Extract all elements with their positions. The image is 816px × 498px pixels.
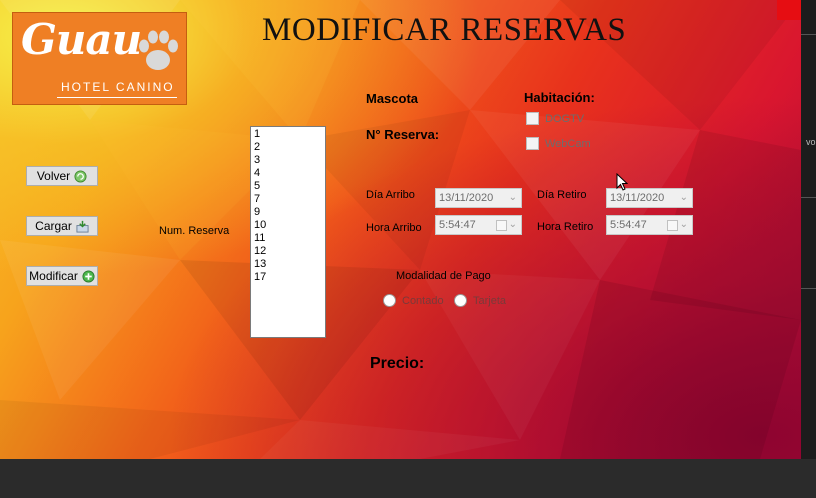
chevron-down-icon[interactable]: ⌄	[680, 219, 688, 230]
dogtv-checkbox[interactable]: DOGTV	[526, 112, 584, 125]
logo-subtitle: HOTEL CANINO	[61, 80, 175, 94]
radio-circle[interactable]	[383, 294, 396, 307]
list-item[interactable]: 4	[254, 167, 322, 180]
modificar-button[interactable]: Modificar	[26, 266, 98, 286]
form-window: Guau HOTEL CANINO MODIFICAR RESERVAS Vol…	[0, 0, 801, 459]
hora-arribo-picker[interactable]: 5:54:47 ⌄	[435, 215, 522, 235]
add-circle-icon	[82, 269, 95, 283]
hora-arribo-value: 5:54:47	[439, 219, 476, 231]
habitacion-label: Habitación:	[524, 90, 595, 105]
divider	[801, 197, 816, 198]
refresh-icon	[74, 169, 87, 183]
modificar-label: Modificar	[29, 269, 78, 283]
list-item[interactable]: 17	[254, 271, 322, 284]
side-edge-text: vo	[806, 137, 816, 147]
hora-arribo-label: Hora Arribo	[366, 222, 422, 234]
calendar-icon[interactable]	[496, 220, 507, 231]
page-title: MODIFICAR RESERVAS	[262, 12, 627, 48]
dia-retiro-picker[interactable]: 13/11/2020 ⌄	[606, 188, 693, 208]
top-bar-accent	[777, 0, 801, 20]
cargar-label: Cargar	[35, 219, 72, 233]
num-reserva-label: Num. Reserva	[159, 225, 230, 237]
side-panel	[801, 0, 816, 459]
dia-arribo-label: Día Arribo	[366, 189, 415, 201]
list-item[interactable]: 7	[254, 193, 322, 206]
dia-retiro-value: 13/11/2020	[610, 192, 665, 204]
checkbox-box[interactable]	[526, 112, 539, 125]
mouse-cursor-icon	[616, 173, 628, 191]
checkbox-box[interactable]	[526, 137, 539, 150]
dia-arribo-value: 13/11/2020	[439, 192, 494, 204]
webcam-checkbox[interactable]: WebCam	[526, 137, 591, 150]
dia-retiro-label: Día Retiro	[537, 189, 587, 201]
list-item[interactable]: 12	[254, 245, 322, 258]
volver-label: Volver	[36, 169, 71, 183]
logo-brand: Guau	[21, 15, 142, 64]
list-item[interactable]: 2	[254, 141, 322, 154]
volver-button[interactable]: Volver	[26, 166, 98, 186]
calendar-icon[interactable]	[667, 220, 678, 231]
logo-underline	[57, 97, 177, 98]
paw-icon	[139, 30, 178, 70]
hora-retiro-label: Hora Retiro	[537, 221, 594, 233]
contado-radio[interactable]: Contado	[383, 294, 444, 307]
list-item[interactable]: 1	[254, 128, 322, 141]
taskbar-area	[0, 459, 816, 498]
chevron-down-icon[interactable]: ⌄	[680, 192, 688, 203]
webcam-label: WebCam	[545, 137, 591, 150]
list-item[interactable]: 13	[254, 258, 322, 271]
cargar-button[interactable]: Cargar	[26, 216, 98, 236]
divider	[801, 34, 816, 35]
list-item[interactable]: 3	[254, 154, 322, 167]
tarjeta-radio[interactable]: Tarjeta	[454, 294, 506, 307]
hora-retiro-picker[interactable]: 5:54:47 ⌄	[606, 215, 693, 235]
list-item[interactable]: 10	[254, 219, 322, 232]
mascota-label: Mascota	[366, 91, 419, 106]
chevron-down-icon[interactable]: ⌄	[509, 219, 517, 230]
contado-label: Contado	[402, 294, 444, 307]
reserva-number-label: N° Reserva:	[366, 127, 440, 142]
dogtv-label: DOGTV	[545, 112, 585, 125]
logo: Guau HOTEL CANINO	[12, 12, 187, 105]
load-icon	[76, 220, 89, 233]
list-item[interactable]: 11	[254, 232, 322, 245]
precio-label: Precio:	[370, 355, 425, 372]
num-reserva-listbox[interactable]: 1 2 3 4 5 7 9 10 11 12 13 17	[250, 126, 326, 338]
divider	[801, 288, 816, 289]
list-item[interactable]: 9	[254, 206, 322, 219]
list-item[interactable]: 5	[254, 180, 322, 193]
hora-retiro-value: 5:54:47	[610, 219, 647, 231]
chevron-down-icon[interactable]: ⌄	[509, 192, 517, 203]
tarjeta-label: Tarjeta	[473, 294, 507, 307]
dia-arribo-picker[interactable]: 13/11/2020 ⌄	[435, 188, 522, 208]
radio-circle[interactable]	[454, 294, 467, 307]
pago-label: Modalidad de Pago	[396, 270, 491, 282]
